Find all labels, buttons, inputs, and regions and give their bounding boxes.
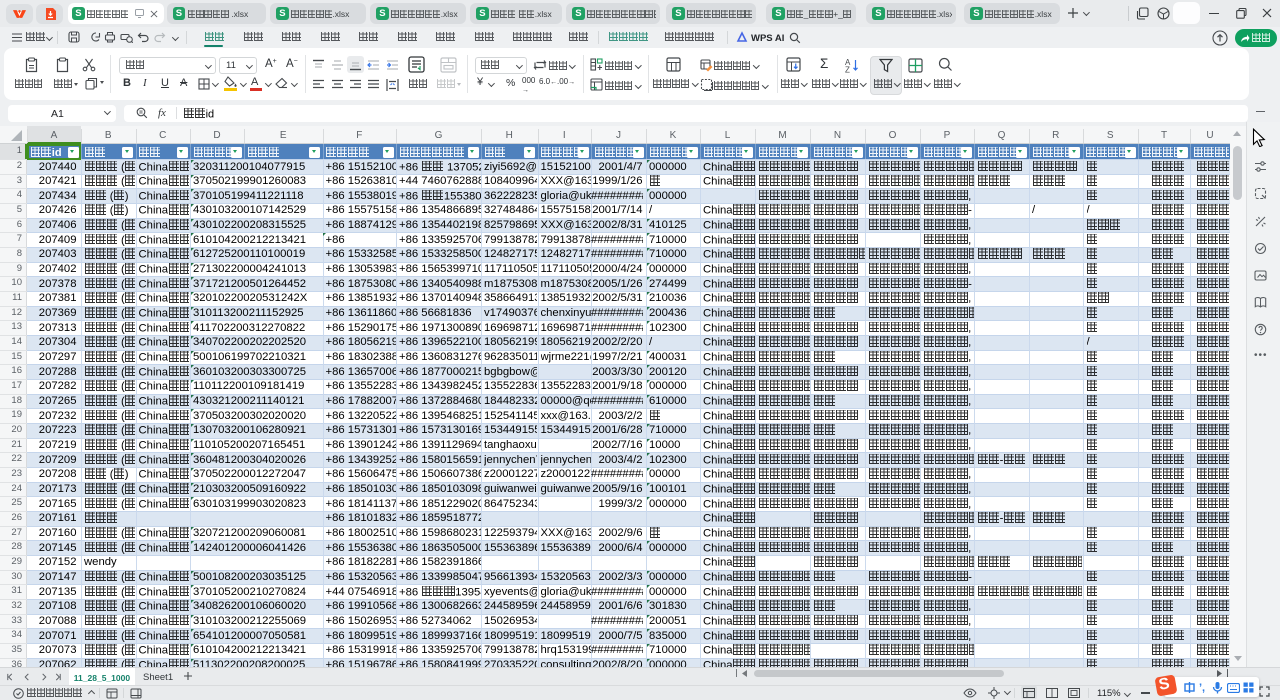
- svg-text:Z: Z: [845, 66, 850, 74]
